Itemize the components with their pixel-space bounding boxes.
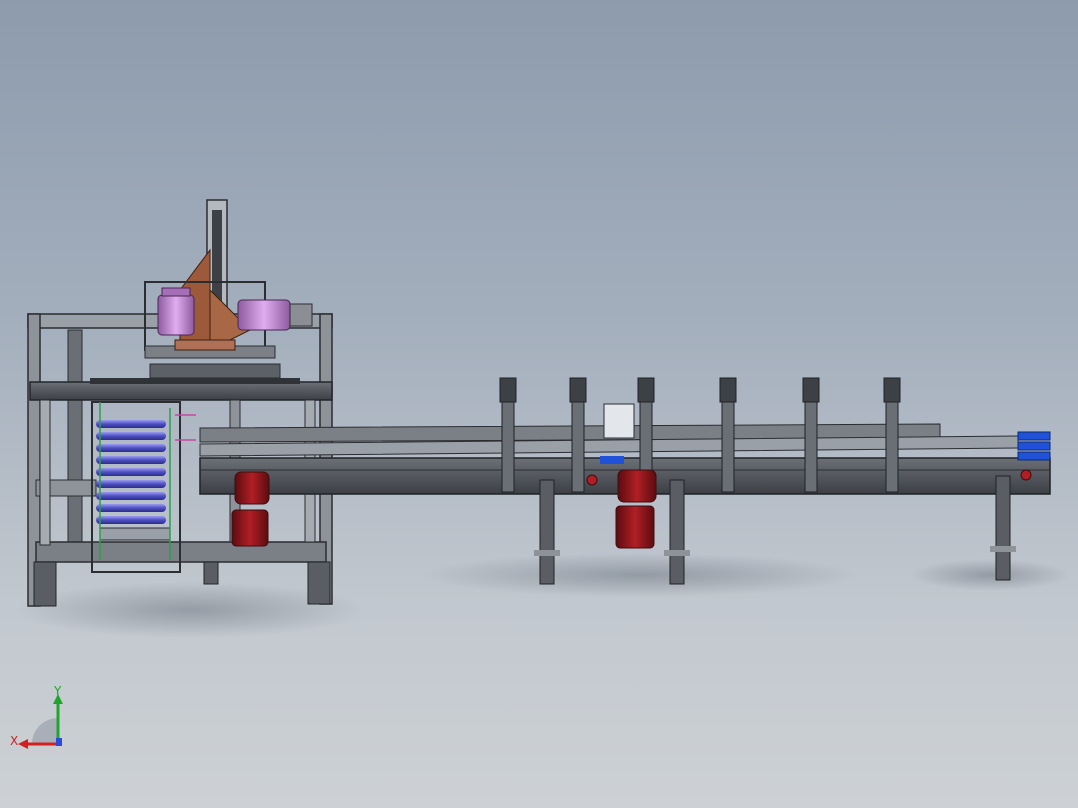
gear-motor[interactable] (615, 469, 657, 549)
cad-viewport[interactable]: Y X (0, 0, 1078, 808)
carton-former-head[interactable] (144, 199, 313, 379)
control-panel[interactable] (603, 403, 635, 439)
conveyor-assembly-model[interactable] (0, 0, 1078, 808)
y-axis-label: Y (53, 686, 62, 698)
triad-quarter-disc (32, 718, 58, 744)
guide-post[interactable] (802, 377, 820, 493)
orientation-triad: Y X (10, 686, 63, 749)
guide-post[interactable] (569, 377, 587, 493)
guide-post[interactable] (719, 377, 737, 493)
z-axis-marker (56, 738, 62, 746)
guide-post[interactable] (883, 377, 901, 493)
guide-post[interactable] (499, 377, 517, 493)
x-axis-label: X (10, 734, 18, 748)
